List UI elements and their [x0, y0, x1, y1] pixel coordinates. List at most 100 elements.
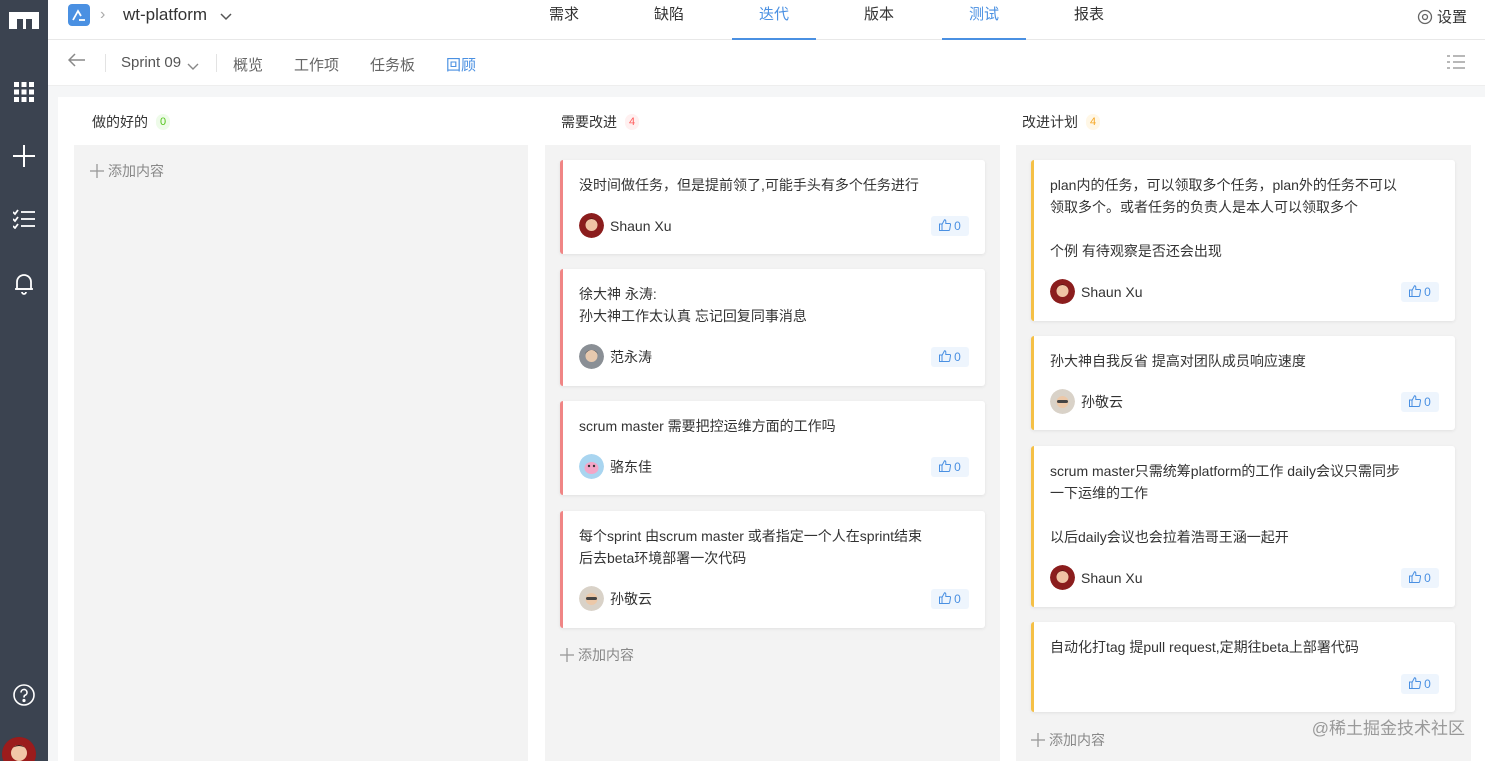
settings-label: 设置 [1436, 9, 1467, 26]
column-title: 改进计划 [1022, 114, 1078, 130]
avatar [1050, 279, 1075, 304]
thumbs-up-icon [939, 349, 952, 365]
column-count-badge: 4 [625, 114, 639, 130]
workspace-logo-icon[interactable] [0, 0, 48, 40]
card-author: 骆东佳 [579, 454, 652, 479]
thumbs-up-icon [1409, 570, 1422, 586]
card-text: scrum master只需统筹platform的工作 daily会议只需同步 … [1050, 463, 1401, 545]
bell-icon[interactable] [0, 264, 48, 304]
like-count: 0 [954, 350, 961, 364]
plus-icon [1031, 733, 1045, 747]
card-text: 没时间做任务，但是提前领了,可能手头有多个任务进行 [579, 177, 919, 193]
like-button[interactable]: 0 [1401, 282, 1439, 302]
card-text: 徐大神 永涛: 孙大神工作太认真 忘记回复同事消息 [579, 286, 807, 324]
divider [105, 54, 106, 72]
card-text: scrum master 需要把控运维方面的工作吗 [579, 418, 836, 434]
like-count: 0 [1424, 285, 1431, 299]
column-header-improvement-plan: 改进计划 4 [1022, 112, 1100, 132]
help-icon[interactable] [0, 675, 48, 715]
tab-overview[interactable]: 概览 [233, 54, 263, 75]
column-went-well: 添加内容 [74, 145, 528, 761]
add-content-button[interactable]: 添加内容 [90, 161, 164, 181]
nav-iterations[interactable]: 迭代 [732, 0, 816, 40]
card-author: Shaun Xu [1050, 565, 1143, 590]
retro-card[interactable]: scrum master 需要把控运维方面的工作吗 骆东佳 0 [560, 401, 985, 495]
card-text: 孙大神自我反省 提高对团队成员响应速度 [1050, 353, 1306, 369]
column-improvement-plan: plan内的任务，可以领取多个任务，plan外的任务不可以 领取多个。或者任务的… [1016, 145, 1471, 761]
column-title: 需要改进 [561, 114, 617, 130]
like-count: 0 [1424, 571, 1431, 585]
like-button[interactable]: 0 [1401, 674, 1439, 694]
card-author: 孙敬云 [579, 586, 652, 611]
chevron-down-icon[interactable] [187, 58, 199, 74]
avatar [1050, 389, 1075, 414]
retro-card[interactable]: plan内的任务，可以领取多个任务，plan外的任务不可以 领取多个。或者任务的… [1031, 160, 1455, 321]
thumbs-up-icon [939, 459, 952, 475]
chevron-down-icon[interactable] [220, 8, 232, 24]
plus-icon[interactable] [0, 136, 48, 176]
card-author: 孙敬云 [1050, 389, 1123, 414]
product-logo-icon[interactable] [68, 4, 90, 26]
list-view-icon[interactable] [1447, 55, 1465, 72]
retro-card[interactable]: 孙大神自我反省 提高对团队成员响应速度 孙敬云 0 [1031, 336, 1455, 430]
tab-task-board[interactable]: 任务板 [370, 54, 415, 75]
nav-defects[interactable]: 缺陷 [627, 0, 711, 40]
like-button[interactable]: 0 [931, 589, 969, 609]
avatar [579, 586, 604, 611]
thumbs-up-icon [1409, 676, 1422, 692]
author-name: Shaun Xu [610, 217, 672, 234]
settings-button[interactable]: 设置 [1417, 6, 1467, 27]
column-header-needs-improvement: 需要改进 4 [561, 112, 639, 132]
like-button[interactable]: 0 [1401, 392, 1439, 412]
divider [216, 54, 217, 72]
thumbs-up-icon [1409, 394, 1422, 410]
task-list-icon[interactable] [0, 199, 48, 239]
nav-versions[interactable]: 版本 [837, 0, 921, 40]
author-name: Shaun Xu [1081, 283, 1143, 300]
like-button[interactable]: 0 [931, 347, 969, 367]
project-name[interactable]: wt-platform [123, 5, 207, 25]
tab-retrospective[interactable]: 回顾 [446, 54, 476, 75]
avatar [579, 454, 604, 479]
card-author: Shaun Xu [579, 213, 672, 238]
nav-reports[interactable]: 报表 [1047, 0, 1131, 40]
thumbs-up-icon [939, 591, 952, 607]
nav-requirements[interactable]: 需求 [522, 0, 606, 40]
column-needs-improvement: 没时间做任务，但是提前领了,可能手头有多个任务进行 Shaun Xu 0 徐大神… [545, 145, 1000, 761]
sprint-selector[interactable]: Sprint 09 [121, 54, 181, 71]
add-content-button[interactable]: 添加内容 [560, 645, 634, 665]
retro-card[interactable]: 徐大神 永涛: 孙大神工作太认真 忘记回复同事消息 范永涛 0 [560, 269, 985, 386]
gear-icon [1417, 9, 1433, 24]
back-arrow-icon[interactable] [67, 53, 86, 70]
like-button[interactable]: 0 [931, 457, 969, 477]
tab-work-items[interactable]: 工作项 [294, 54, 339, 75]
column-count-badge: 0 [156, 114, 170, 130]
retro-card[interactable]: 没时间做任务，但是提前领了,可能手头有多个任务进行 Shaun Xu 0 [560, 160, 985, 254]
card-text: 自动化打tag 提pull request,定期往beta上部署代码 [1050, 639, 1359, 655]
thumbs-up-icon [939, 218, 952, 234]
retrospective-board: 做的好的 0 添加内容 需要改进 4 没时间做任务，但是提前领了,可能手头有多个… [58, 97, 1485, 761]
plus-icon [560, 648, 574, 662]
apps-grid-icon[interactable] [0, 72, 48, 112]
add-content-button[interactable]: 添加内容 [1031, 730, 1105, 750]
retro-card[interactable]: 自动化打tag 提pull request,定期往beta上部署代码 0 [1031, 622, 1455, 712]
breadcrumb-chevron-icon: › [100, 6, 106, 23]
sub-header: Sprint 09 概览 工作项 任务板 回顾 [48, 40, 1485, 86]
card-text: plan内的任务，可以领取多个任务，plan外的任务不可以 领取多个。或者任务的… [1050, 177, 1397, 259]
avatar [1050, 565, 1075, 590]
retro-card[interactable]: scrum master只需统筹platform的工作 daily会议只需同步 … [1031, 446, 1455, 607]
like-count: 0 [954, 592, 961, 606]
card-author: 范永涛 [579, 344, 652, 369]
nav-testing[interactable]: 测试 [942, 0, 1026, 40]
author-name: 范永涛 [610, 348, 652, 365]
author-name: 骆东佳 [610, 458, 652, 475]
like-button[interactable]: 0 [1401, 568, 1439, 588]
watermark: @稀土掘金技术社区 [1311, 719, 1465, 738]
like-button[interactable]: 0 [931, 216, 969, 236]
retro-card[interactable]: 每个sprint 由scrum master 或者指定一个人在sprint结束 … [560, 511, 985, 628]
thumbs-up-icon [1409, 284, 1422, 300]
author-name: 孙敬云 [1081, 393, 1123, 410]
plus-icon [90, 164, 104, 178]
current-user-avatar[interactable] [2, 737, 36, 761]
top-header: › wt-platform 需求 缺陷 迭代 版本 测试 报表 设置 [48, 0, 1485, 40]
